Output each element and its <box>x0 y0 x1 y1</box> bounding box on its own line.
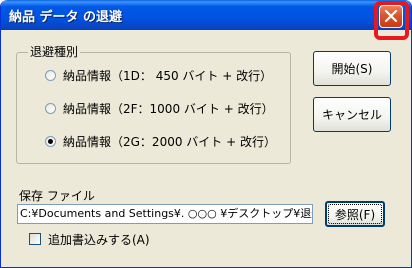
cancel-button[interactable]: キャンセル <box>313 97 391 132</box>
save-path-value: C:¥Documents and Settings¥. ○○○ ¥デスクトップ¥… <box>20 207 313 220</box>
append-checkbox-row[interactable]: 追加書込みする(A) <box>29 231 150 247</box>
backup-type-legend: 退避種別 <box>28 43 81 60</box>
start-button-label: 開始(S) <box>331 62 373 76</box>
radio-option-label: 納品情報（2G：2000 バイト + 改行） <box>63 134 276 149</box>
window-title: 納品 データ の退避 <box>9 10 123 25</box>
cancel-button-label: キャンセル <box>321 108 382 122</box>
radio-option-label: 納品情報（1D： 450 バイト + 改行） <box>63 68 273 83</box>
radio-option-label: 納品情報（2F：1000 バイト + 改行） <box>63 101 274 116</box>
append-checkbox[interactable] <box>29 233 41 245</box>
save-path-input[interactable]: C:¥Documents and Settings¥. ○○○ ¥デスクトップ¥… <box>17 204 313 224</box>
save-file-label: 保存 ファイル <box>19 189 95 203</box>
radio-option-1d[interactable]: 納品情報（1D： 450 バイト + 改行） <box>45 67 272 83</box>
append-checkbox-label: 追加書込みする(A) <box>48 232 150 247</box>
dialog-window: 納品 データ の退避 退避種別 納品情報（1D： 450 バイト + 改行） 納… <box>0 0 412 268</box>
close-button-highlight <box>374 1 409 40</box>
start-button[interactable]: 開始(S) <box>313 51 391 86</box>
browse-button-label: 参照(F) <box>334 207 376 222</box>
radio-button[interactable] <box>45 102 56 114</box>
browse-button[interactable]: 参照(F) <box>325 201 385 227</box>
title-bar[interactable]: 納品 データ の退避 <box>1 0 411 30</box>
radio-option-2g[interactable]: 納品情報（2G：2000 バイト + 改行） <box>45 133 276 149</box>
radio-button[interactable] <box>45 69 56 81</box>
radio-button-selected[interactable] <box>45 135 56 147</box>
radio-option-2f[interactable]: 納品情報（2F：1000 バイト + 改行） <box>45 100 274 116</box>
